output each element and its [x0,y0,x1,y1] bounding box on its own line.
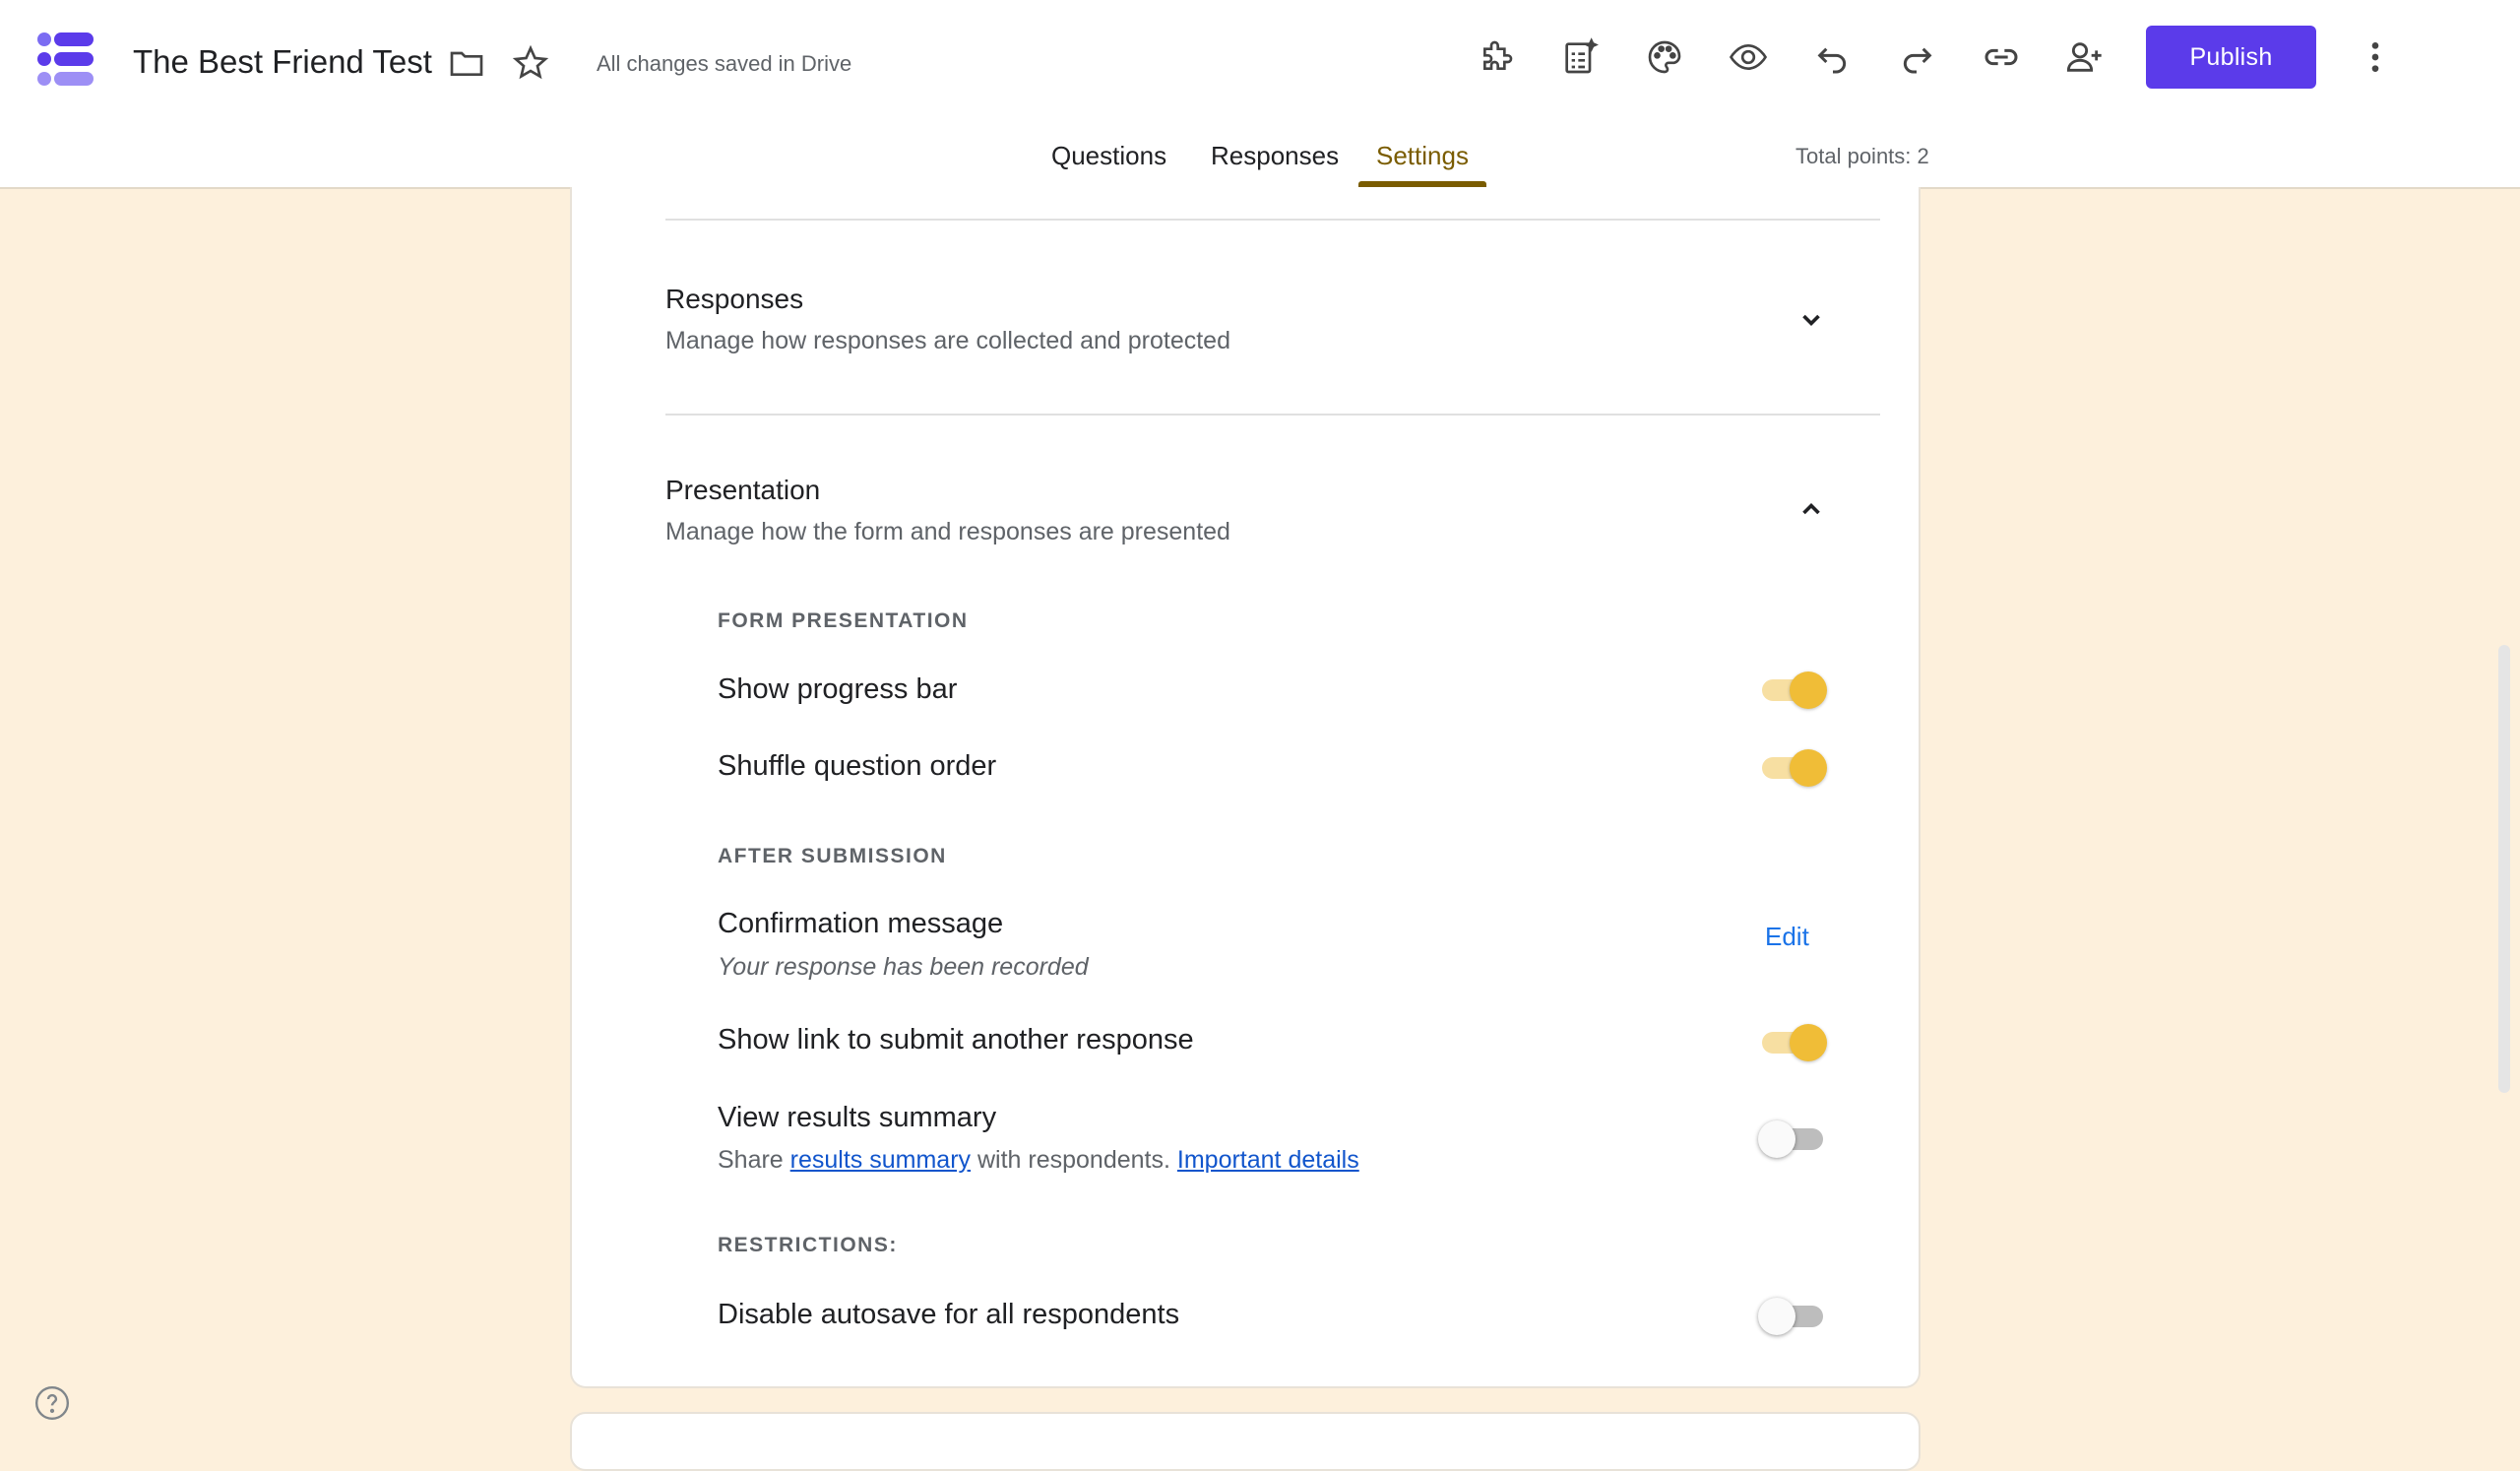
view-results-summary-toggle[interactable] [1758,1119,1827,1158]
link-icon[interactable] [1982,37,2021,77]
shuffle-question-order-label: Shuffle question order [718,750,997,782]
chevron-down-icon[interactable] [1794,301,1829,337]
description-text: Share [718,1146,790,1174]
disable-autosave-toggle[interactable] [1758,1296,1827,1335]
settings-card [570,187,1921,1388]
form-presentation-heading: FORM PRESENTATION [718,609,969,632]
after-submission-heading: AFTER SUBMISSION [718,845,947,867]
show-link-toggle[interactable] [1758,1022,1827,1061]
section-responses-title[interactable]: Responses [665,284,803,315]
folder-icon[interactable] [447,43,486,83]
divider [665,219,1880,221]
show-progress-bar-toggle[interactable] [1758,670,1827,709]
chevron-up-icon[interactable] [1794,492,1829,528]
divider [665,414,1880,416]
confirmation-message-label: Confirmation message [718,908,1004,939]
section-responses-subtitle: Manage how responses are collected and p… [665,327,1230,354]
show-progress-bar-label: Show progress bar [718,673,958,705]
section-presentation-subtitle: Manage how the form and responses are pr… [665,518,1230,545]
disable-autosave-label: Disable autosave for all respondents [718,1299,1180,1330]
view-results-summary-label: View results summary [718,1102,997,1133]
results-summary-link[interactable]: results summary [790,1146,971,1174]
confirmation-message-value: Your response has been recorded [718,953,1089,981]
more-vert-icon[interactable] [2356,37,2395,77]
tab-responses[interactable]: Responses [1211,141,1339,171]
help-icon[interactable] [33,1384,71,1422]
undo-icon[interactable] [1813,37,1853,77]
app-header: The Best Friend Test All changes saved i… [0,0,2520,189]
publish-button[interactable]: Publish [2146,26,2316,89]
forms-logo[interactable] [35,30,96,91]
description-text: with respondents. [971,1146,1177,1174]
view-results-summary-description: Share results summary with respondents. … [718,1146,1359,1175]
shuffle-question-order-toggle[interactable] [1758,747,1827,787]
redo-icon[interactable] [1897,37,1936,77]
next-settings-card [570,1412,1921,1471]
preview-eye-icon[interactable] [1729,37,1768,77]
edit-confirmation-button[interactable]: Edit [1765,922,1809,952]
total-points: Total points: 2 [1796,144,1929,168]
add-collaborator-icon[interactable] [2065,37,2105,77]
ai-form-icon[interactable] [1560,37,1600,77]
tab-settings[interactable]: Settings [1376,141,1469,171]
show-link-label: Show link to submit another response [718,1024,1194,1055]
section-presentation-title[interactable]: Presentation [665,475,820,506]
page-scrollbar[interactable] [2498,645,2510,1093]
palette-icon[interactable] [1645,37,1684,77]
addon-puzzle-icon[interactable] [1477,37,1516,77]
restrictions-heading: RESTRICTIONS: [718,1234,898,1256]
star-icon[interactable] [511,43,550,83]
important-details-link[interactable]: Important details [1177,1146,1359,1174]
tab-questions[interactable]: Questions [1051,141,1166,171]
form-title[interactable]: The Best Friend Test [133,43,432,81]
save-status: All changes saved in Drive [597,51,852,76]
